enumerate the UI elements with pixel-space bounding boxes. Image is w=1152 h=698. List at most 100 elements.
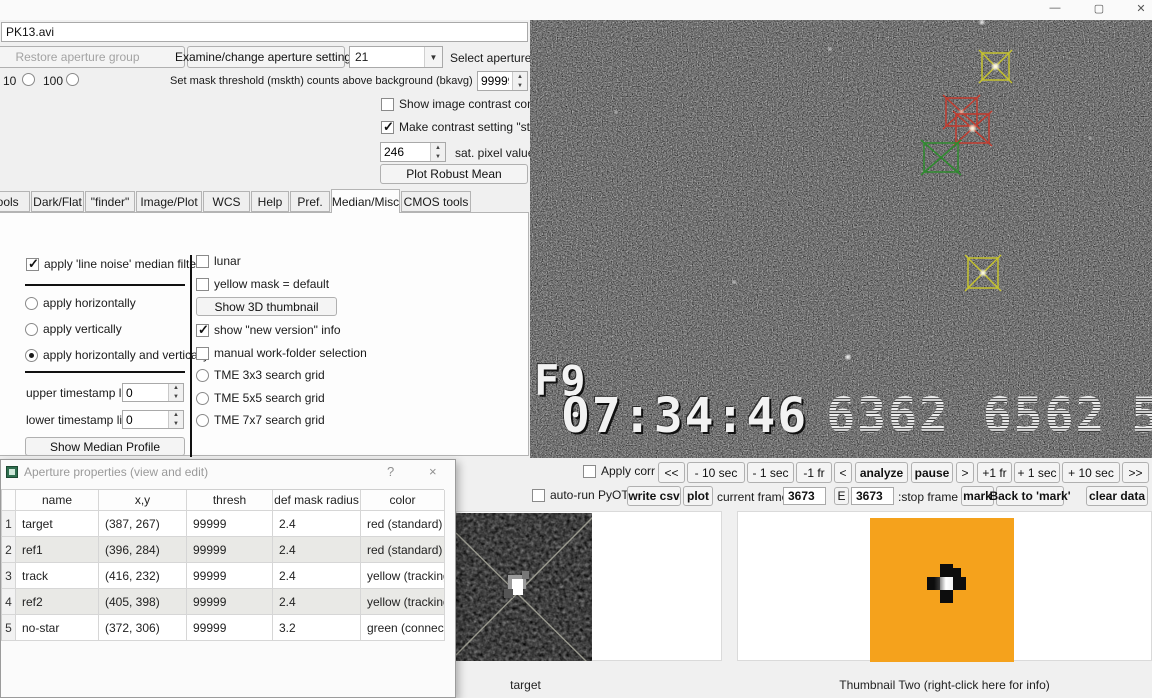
forward-10-sec-button[interactable]: + 10 sec	[1062, 462, 1120, 483]
back-1-frame-button[interactable]: -1 fr	[796, 462, 832, 483]
examine-aperture-settings-button[interactable]: Examine/change aperture settings	[187, 46, 345, 68]
cell-name[interactable]: no-star	[16, 615, 99, 641]
spinner-arrows-icon[interactable]: ▲▼	[168, 411, 183, 428]
spinner-arrows-icon[interactable]: ▲▼	[430, 143, 445, 161]
apply-both-radio[interactable]: apply horizontally and vertically	[25, 348, 209, 362]
auto-run-pyote-checkbox[interactable]: auto-run PyOTE	[532, 488, 637, 502]
radio-100[interactable]	[66, 73, 79, 86]
pause-button[interactable]: pause	[911, 462, 953, 483]
filename-input[interactable]	[1, 22, 528, 42]
back-10-sec-button[interactable]: - 10 sec	[687, 462, 745, 483]
contrast-sticky-checkbox[interactable]: Make contrast setting "sticky"	[381, 120, 555, 134]
apply-vertically-radio[interactable]: apply vertically	[25, 322, 122, 336]
lower-timestamp-spinbox[interactable]: ▲▼	[122, 410, 184, 429]
cell-name[interactable]: ref1	[16, 537, 99, 563]
line-noise-filter-checkbox[interactable]: apply 'line noise' median filter	[26, 257, 200, 271]
back-1-sec-button[interactable]: - 1 sec	[747, 462, 794, 483]
mask-threshold-spinbox[interactable]: ▲▼	[477, 71, 528, 91]
aperture-size-select[interactable]: 21 ▼	[349, 46, 443, 68]
col-header-thresh[interactable]: thresh	[187, 490, 273, 511]
back-to-mark-button[interactable]: Back to 'mark'	[996, 486, 1064, 506]
cell-color[interactable]: red (standard)	[361, 511, 445, 537]
cell-radius[interactable]: 3.2	[273, 615, 361, 641]
sat-pixel-spinbox[interactable]: ▲▼	[380, 142, 446, 162]
cell-color[interactable]: red (standard)	[361, 537, 445, 563]
close-icon[interactable]: ✕	[1130, 0, 1152, 16]
show-image-contrast-checkbox[interactable]: Show image contrast control	[381, 97, 550, 111]
cell-thresh[interactable]: 99999	[187, 615, 273, 641]
tab-pref[interactable]: Pref.	[290, 191, 330, 212]
close-icon[interactable]: ×	[429, 464, 437, 479]
cell-color[interactable]: yellow (tracking ...	[361, 563, 445, 589]
cell-name[interactable]: ref2	[16, 589, 99, 615]
cell-thresh[interactable]: 99999	[187, 563, 273, 589]
apply-corr-checkbox[interactable]: Apply corr	[583, 464, 655, 478]
cell-color[interactable]: yellow (tracking ...	[361, 589, 445, 615]
target-thumbnail-image[interactable]	[456, 513, 592, 661]
cell-color[interactable]: green (connect t...	[361, 615, 445, 641]
cell-xy[interactable]: (405, 398)	[99, 589, 187, 615]
col-header-xy[interactable]: x,y	[99, 490, 187, 511]
tab-cmos-tools[interactable]: CMOS tools	[401, 191, 471, 212]
manual-work-folder-checkbox[interactable]: manual work-folder selection	[196, 346, 367, 360]
cell-radius[interactable]: 2.4	[273, 589, 361, 615]
stop-frame-input[interactable]	[851, 487, 894, 505]
forward-1-frame-button[interactable]: +1 fr	[977, 462, 1012, 483]
minimize-icon[interactable]: —	[1044, 0, 1066, 16]
video-frame-display[interactable]: F9 07:34:46 6362 6562 5	[530, 20, 1152, 458]
step-back-button[interactable]: <	[834, 462, 852, 483]
cell-thresh[interactable]: 99999	[187, 589, 273, 615]
show-3d-thumbnail-button[interactable]: Show 3D thumbnail	[196, 297, 337, 316]
spinner-arrows-icon[interactable]: ▲▼	[512, 72, 527, 90]
forward-1-sec-button[interactable]: + 1 sec	[1014, 462, 1060, 483]
show-new-version-checkbox[interactable]: show "new version" info	[196, 323, 341, 337]
cell-radius[interactable]: 2.4	[273, 511, 361, 537]
tab-dark-flat[interactable]: Dark/Flat	[31, 191, 84, 212]
show-median-profile-button[interactable]: Show Median Profile	[25, 437, 185, 456]
write-csv-button[interactable]: write csv	[627, 486, 681, 506]
lower-timestamp-input[interactable]	[123, 411, 168, 428]
tme-3x3-radio[interactable]: TME 3x3 search grid	[196, 368, 325, 382]
tab-median-misc[interactable]: Median/Misc	[331, 189, 400, 213]
tab-image-plot[interactable]: Image/Plot	[136, 191, 202, 212]
upper-timestamp-spinbox[interactable]: ▲▼	[122, 383, 184, 402]
step-forward-button[interactable]: >	[956, 462, 974, 483]
clear-data-button[interactable]: clear data	[1086, 486, 1148, 506]
jump-back-fast-button[interactable]: <<	[658, 462, 685, 483]
col-header-color[interactable]: color	[361, 490, 445, 511]
cell-xy[interactable]: (396, 284)	[99, 537, 187, 563]
cell-xy[interactable]: (416, 232)	[99, 563, 187, 589]
plot-robust-mean-button[interactable]: Plot Robust Mean	[380, 164, 528, 184]
tme-5x5-radio[interactable]: TME 5x5 search grid	[196, 391, 325, 405]
e-button[interactable]: E	[834, 487, 849, 505]
tab-help[interactable]: Help	[251, 191, 289, 212]
plot-button[interactable]: plot	[683, 486, 713, 506]
mask-threshold-input[interactable]	[478, 72, 512, 90]
jump-forward-fast-button[interactable]: >>	[1122, 462, 1149, 483]
cell-thresh[interactable]: 99999	[187, 537, 273, 563]
cell-name[interactable]: target	[16, 511, 99, 537]
thumbnail-two-caption[interactable]: Thumbnail Two (right-click here for info…	[737, 678, 1152, 692]
help-icon[interactable]: ?	[387, 464, 394, 479]
restore-aperture-group-button[interactable]: Restore aperture group	[0, 46, 185, 68]
cell-xy[interactable]: (372, 306)	[99, 615, 187, 641]
yellow-mask-default-checkbox[interactable]: yellow mask = default	[196, 277, 329, 291]
radio-10[interactable]	[22, 73, 35, 86]
cell-radius[interactable]: 2.4	[273, 563, 361, 589]
tab-wcs[interactable]: WCS	[203, 191, 250, 212]
aperture-window-titlebar[interactable]: Aperture properties (view and edit) ? ×	[1, 460, 455, 484]
current-frame-input[interactable]	[783, 487, 826, 505]
col-header-radius[interactable]: def mask radius	[273, 490, 361, 511]
maximize-icon[interactable]: ▢	[1088, 0, 1110, 16]
cell-name[interactable]: track	[16, 563, 99, 589]
sat-pixel-input[interactable]	[381, 143, 430, 161]
lunar-checkbox[interactable]: lunar	[196, 254, 241, 268]
spinner-arrows-icon[interactable]: ▲▼	[168, 384, 183, 401]
thumbnail-two-image[interactable]	[870, 518, 1014, 662]
cell-xy[interactable]: (387, 267)	[99, 511, 187, 537]
tab-tools[interactable]: tools	[0, 191, 30, 212]
tme-7x7-radio[interactable]: TME 7x7 search grid	[196, 413, 325, 427]
cell-thresh[interactable]: 99999	[187, 511, 273, 537]
apply-horizontally-radio[interactable]: apply horizontally	[25, 296, 136, 310]
col-header-name[interactable]: name	[16, 490, 99, 511]
